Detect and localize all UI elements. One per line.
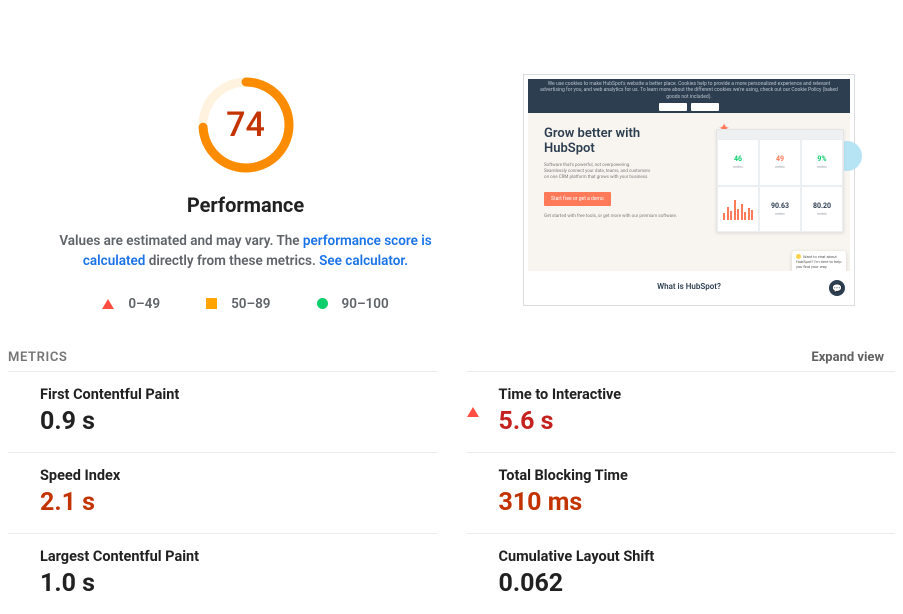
triangle-red-icon bbox=[102, 299, 114, 309]
metric-name: First Contentful Paint bbox=[40, 386, 437, 403]
metrics-heading: METRICS bbox=[8, 350, 67, 365]
thumb-cookie-banner: We use cookies to make HubSpot's website… bbox=[528, 79, 850, 113]
metric-row[interactable]: Cumulative Layout Shift 0.062 bbox=[467, 533, 896, 614]
metric-value: 1.0 s bbox=[40, 569, 437, 598]
metric-name: Total Blocking Time bbox=[499, 467, 896, 484]
legend-average: 50–89 bbox=[206, 296, 270, 312]
performance-gauge: 74 bbox=[196, 75, 296, 175]
metric-value: 5.6 s bbox=[499, 407, 896, 436]
metric-row[interactable]: Total Blocking Time 310 ms bbox=[467, 452, 896, 533]
metric-value: 0.062 bbox=[499, 569, 896, 598]
metric-name: Speed Index bbox=[40, 467, 437, 484]
metric-name: Cumulative Layout Shift bbox=[499, 548, 896, 565]
square-orange-icon bbox=[206, 298, 217, 309]
metric-value: 0.9 s bbox=[40, 407, 437, 436]
thumb-cta: Start free or get a demo bbox=[544, 192, 611, 206]
metrics-grid: First Contentful Paint 0.9 s Time to Inter… bbox=[0, 371, 903, 614]
metric-name: Largest Contentful Paint bbox=[40, 548, 437, 565]
metric-row[interactable]: Time to Interactive 5.6 s bbox=[467, 371, 896, 452]
performance-summary: 74 Performance Values are estimated and … bbox=[8, 10, 483, 312]
score-legend: 0–49 50–89 90–100 bbox=[102, 296, 388, 312]
performance-score: 74 bbox=[196, 75, 296, 175]
page-screenshot-thumbnail: We use cookies to make HubSpot's website… bbox=[523, 74, 855, 306]
see-calculator-link[interactable]: See calculator. bbox=[319, 253, 408, 269]
metric-value: 2.1 s bbox=[40, 488, 437, 517]
metric-row[interactable]: First Contentful Paint 0.9 s bbox=[8, 371, 437, 452]
thumb-dashboard: 46metric 49metric 9%metric 90.63metric 8… bbox=[716, 129, 844, 233]
thumb-footer: What is HubSpot? 💬 bbox=[528, 271, 850, 301]
legend-pass: 90–100 bbox=[317, 296, 389, 312]
thumb-hero: Grow better withHubSpot Software that's … bbox=[528, 113, 850, 271]
legend-fail: 0–49 bbox=[102, 296, 160, 312]
expand-view-button[interactable]: Expand view bbox=[811, 350, 884, 365]
chat-fab-icon: 💬 bbox=[829, 280, 845, 296]
metric-value: 310 ms bbox=[499, 488, 896, 517]
performance-description: Values are estimated and may vary. The p… bbox=[46, 231, 446, 272]
metric-name: Time to Interactive bbox=[499, 386, 896, 403]
performance-title: Performance bbox=[187, 193, 304, 217]
metric-row[interactable]: Speed Index 2.1 s bbox=[8, 452, 437, 533]
triangle-red-icon bbox=[467, 388, 479, 417]
metric-row[interactable]: Largest Contentful Paint 1.0 s bbox=[8, 533, 437, 614]
circle-green-icon bbox=[317, 298, 328, 309]
